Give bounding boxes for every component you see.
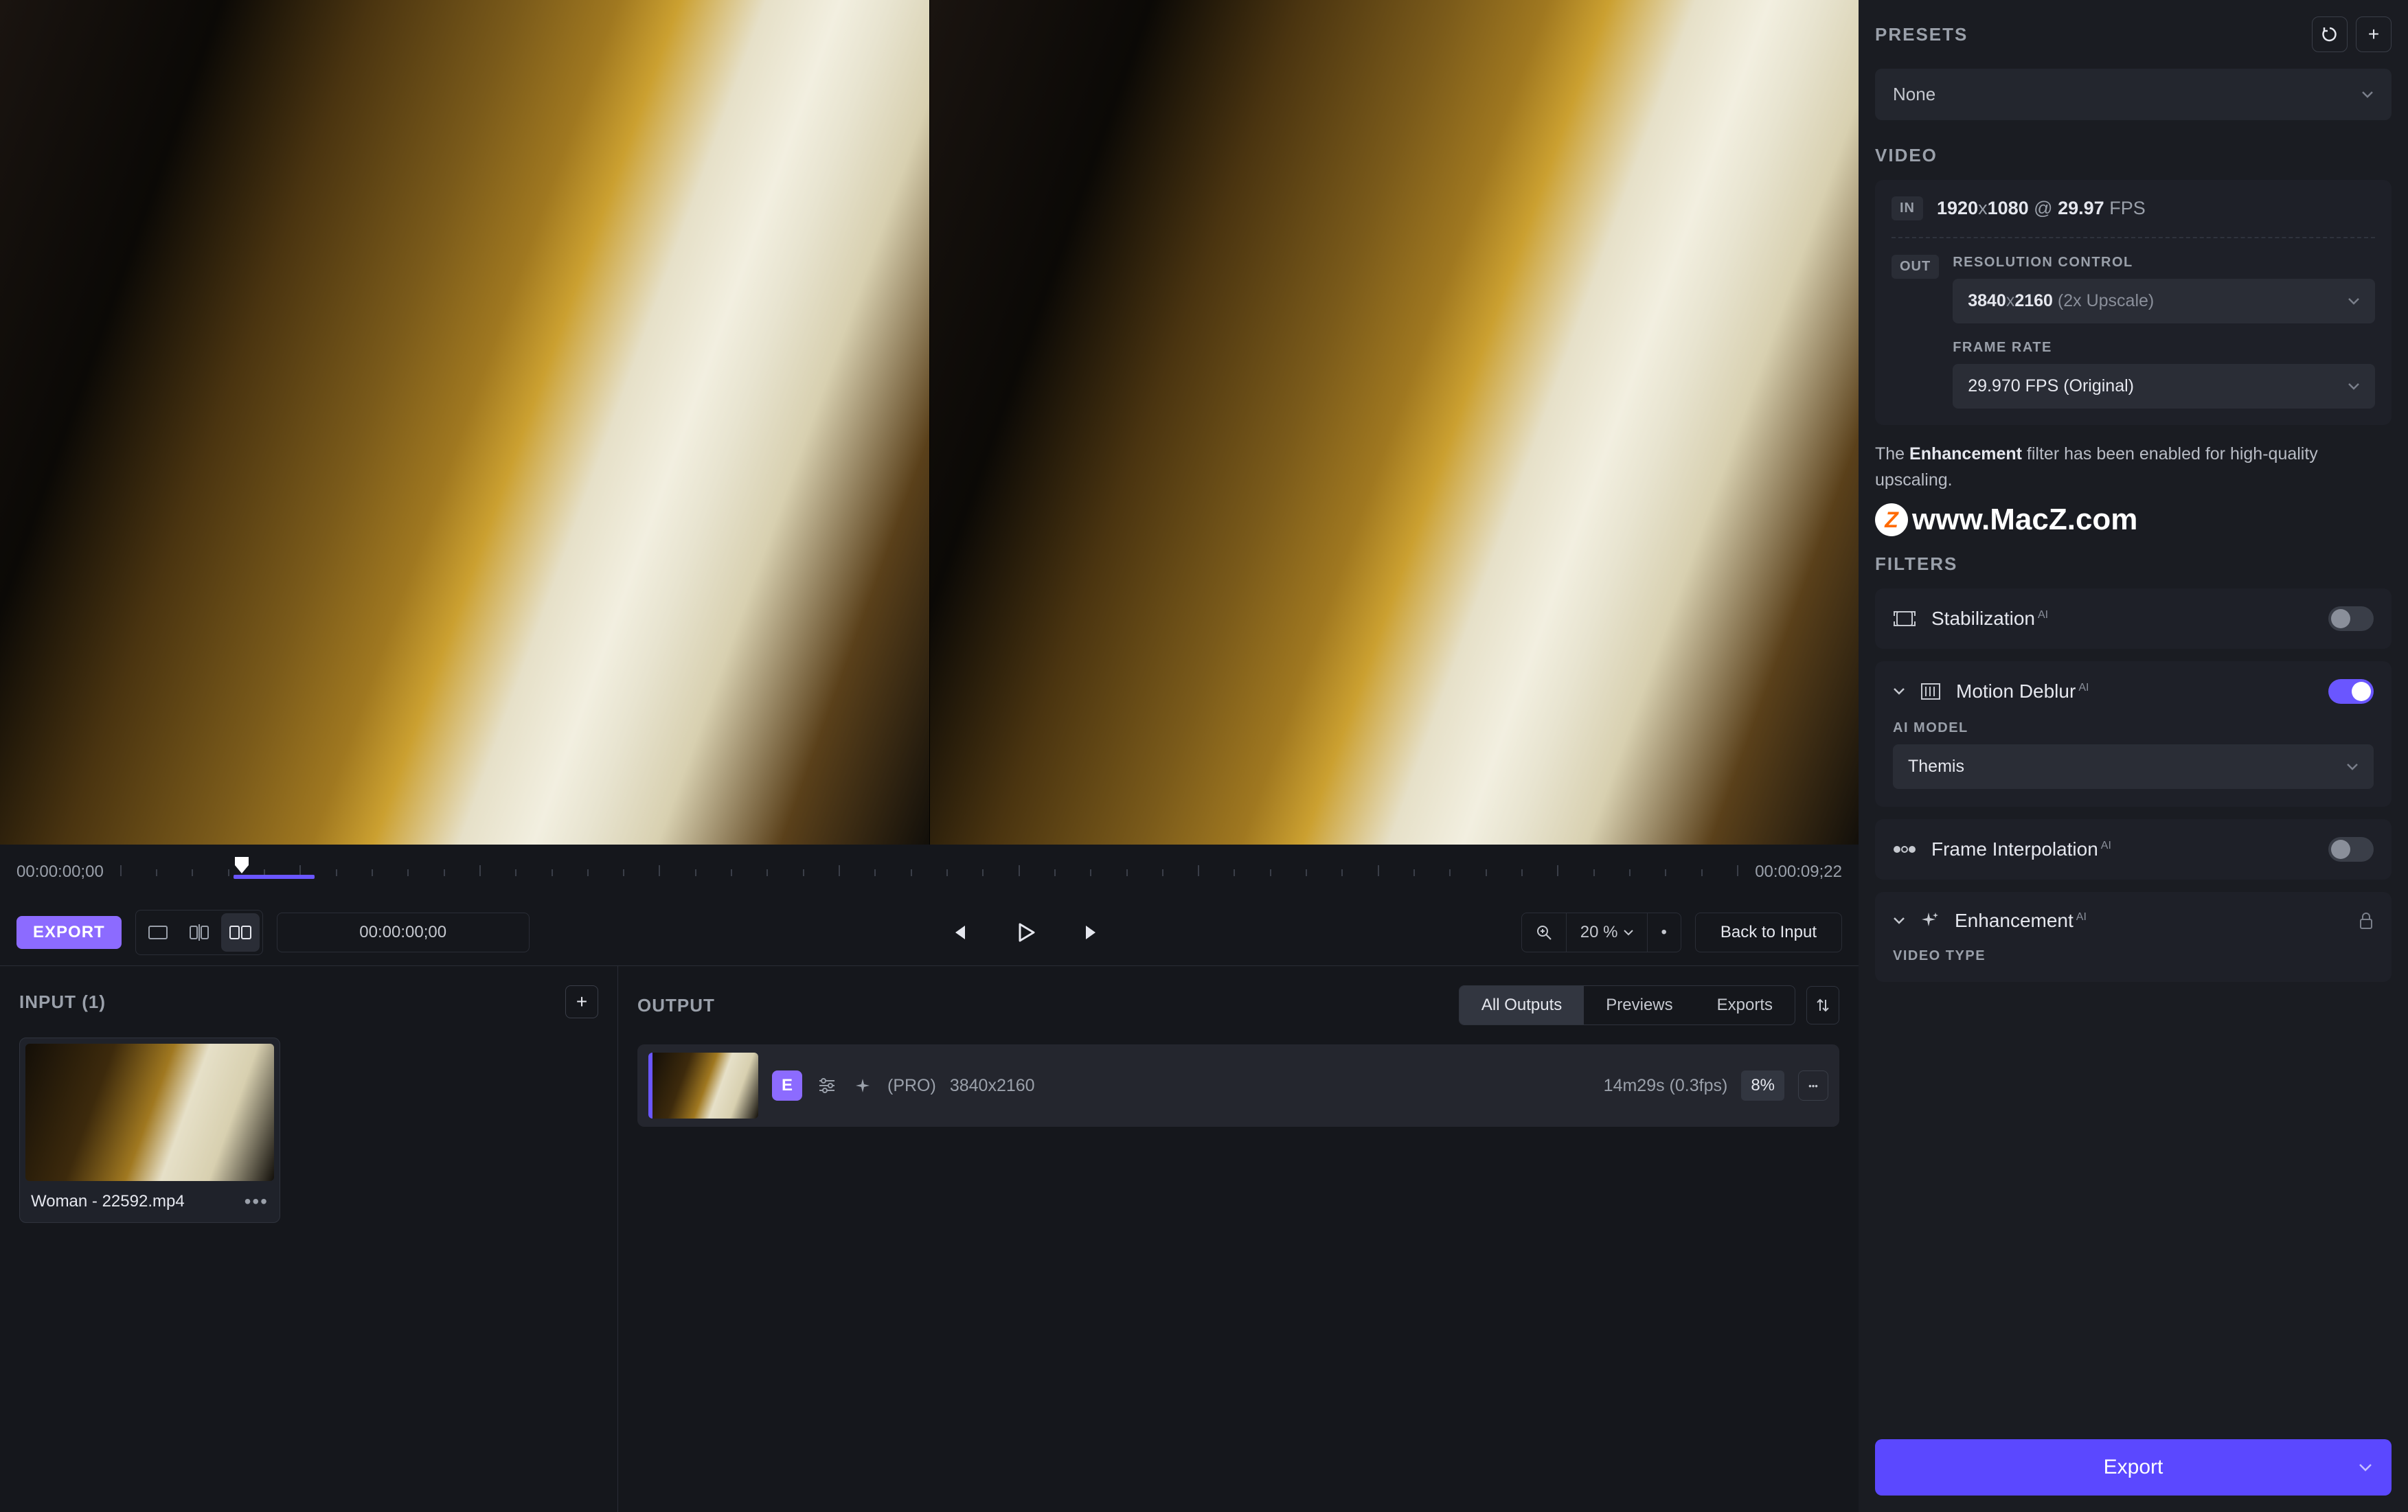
add-preset-button[interactable]: + [2356, 16, 2392, 52]
clip-thumbnail [25, 1044, 274, 1181]
add-input-button[interactable]: + [565, 985, 598, 1018]
sort-button[interactable] [1806, 986, 1839, 1024]
output-row[interactable]: E (PRO) 3840x2160 14m29s (0.3fps) 8% ••• [637, 1044, 1839, 1127]
ai-model-label: AI MODEL [1893, 720, 2374, 736]
enhancement-info: The Enhancement filter has been enabled … [1875, 442, 2392, 493]
enhancement-label: EnhancementAI [1955, 910, 2087, 932]
output-row-menu[interactable]: ••• [1798, 1070, 1828, 1101]
filter-enhancement: EnhancementAI VIDEO TYPE [1875, 892, 2392, 982]
chevron-down-icon [2346, 763, 2359, 771]
input-clip[interactable]: Woman - 22592.mp4 ••• [19, 1038, 280, 1223]
filter-frame-interpolation: Frame InterpolationAI [1875, 819, 2392, 880]
output-progress: 8% [1741, 1070, 1784, 1101]
timeline-start: 00:00:00;00 [16, 862, 104, 882]
stabilization-icon [1893, 609, 1916, 628]
frame-interpolation-label: Frame InterpolationAI [1931, 838, 2111, 860]
sparkle-icon [852, 1075, 874, 1097]
stabilization-label: StabilizationAI [1931, 608, 2048, 630]
output-panel-title: OUTPUT [637, 995, 715, 1016]
preview-area [0, 0, 1859, 845]
clip-menu-button[interactable]: ••• [245, 1191, 269, 1213]
playhead[interactable] [234, 856, 250, 875]
filter-icon [816, 1075, 838, 1097]
lock-icon [2359, 912, 2374, 930]
output-eta: 14m29s (0.3fps) [1604, 1076, 1728, 1096]
watermark: Z www.MacZ.com [1875, 503, 2392, 537]
view-split-icon[interactable] [180, 913, 218, 952]
view-single-icon[interactable] [139, 913, 177, 952]
view-sidebyside-icon[interactable] [221, 913, 260, 952]
presets-title: PRESETS [1875, 24, 1968, 45]
video-settings: IN 1920x1080 @ 29.97 FPS OUT RESOLUTION … [1875, 180, 2392, 425]
zoom-control: 20 % • [1521, 913, 1681, 952]
watermark-badge-icon: Z [1875, 503, 1908, 536]
timeline[interactable]: 00:00:00;00 00 [0, 845, 1859, 900]
motion-deblur-label: Motion DeblurAI [1956, 680, 2089, 702]
chevron-down-icon [2348, 382, 2360, 391]
timeline-end: 00:00:09;22 [1755, 862, 1842, 882]
next-frame-button[interactable] [1076, 916, 1109, 949]
chevron-down-icon[interactable] [1893, 687, 1905, 696]
export-pill-button[interactable]: EXPORT [16, 916, 122, 949]
preset-dropdown[interactable]: None [1875, 69, 2392, 120]
output-panel: OUTPUT All Outputs Previews Exports [618, 966, 1859, 1512]
frame-interpolation-toggle[interactable] [2328, 837, 2374, 862]
video-title: VIDEO [1875, 145, 2392, 166]
reset-preset-button[interactable] [2312, 16, 2348, 52]
filter-stabilization: StabilizationAI [1875, 588, 2392, 649]
preview-before [0, 0, 929, 845]
play-button[interactable] [1009, 916, 1042, 949]
motion-deblur-toggle[interactable] [2328, 679, 2374, 704]
frame-rate-label: FRAME RATE [1953, 340, 2375, 356]
output-tabs: All Outputs Previews Exports [1459, 985, 1795, 1025]
back-to-input-button[interactable]: Back to Input [1695, 913, 1842, 952]
filters-title: FILTERS [1875, 553, 2392, 575]
out-badge: OUT [1892, 255, 1939, 279]
tab-previews[interactable]: Previews [1584, 986, 1694, 1024]
zoom-reset[interactable]: • [1647, 913, 1681, 952]
resolution-control-label: RESOLUTION CONTROL [1953, 255, 2375, 271]
timeline-track[interactable] [120, 868, 1738, 876]
export-button[interactable]: Export [1875, 1439, 2392, 1496]
zoom-value[interactable]: 20 % [1566, 913, 1647, 952]
input-resolution: 1920x1080 @ 29.97 FPS [1937, 198, 2146, 219]
transport-bar: EXPORT [0, 900, 1859, 965]
ai-model-dropdown[interactable]: Themis [1893, 744, 2374, 789]
deblur-icon [1920, 683, 1941, 700]
timeline-selection[interactable] [234, 875, 315, 879]
prev-frame-button[interactable] [942, 916, 975, 949]
input-panel-title: INPUT (1) [19, 992, 106, 1013]
zoom-icon[interactable] [1522, 915, 1566, 950]
preview-after [929, 0, 1859, 845]
output-pro-label: (PRO) [887, 1076, 936, 1096]
resolution-dropdown[interactable]: 3840x2160 (2x Upscale) [1953, 279, 2375, 323]
sparkle-icon [1920, 911, 1940, 930]
clip-name: Woman - 22592.mp4 [31, 1192, 185, 1211]
video-type-label: VIDEO TYPE [1893, 948, 2374, 964]
input-panel: INPUT (1) + Woman - 22592.mp4 ••• [0, 966, 618, 1512]
chevron-down-icon [2361, 91, 2374, 99]
tab-exports[interactable]: Exports [1695, 986, 1795, 1024]
framerate-dropdown[interactable]: 29.970 FPS (Original) [1953, 364, 2375, 409]
chevron-down-icon[interactable] [1893, 917, 1905, 925]
tab-all-outputs[interactable]: All Outputs [1459, 986, 1584, 1024]
chevron-down-icon [2348, 297, 2360, 306]
output-resolution: 3840x2160 [950, 1076, 1035, 1096]
settings-sidebar: PRESETS + None VIDEO IN 1920x1080 @ 29.9… [1859, 0, 2408, 1512]
compare-mode-group [135, 910, 263, 955]
timecode-input[interactable] [277, 913, 530, 952]
filter-motion-deblur: Motion DeblurAI AI MODEL Themis [1875, 661, 2392, 807]
output-thumbnail [648, 1053, 758, 1119]
export-badge: E [772, 1070, 802, 1101]
stabilization-toggle[interactable] [2328, 606, 2374, 631]
chevron-down-icon [2359, 1463, 2372, 1472]
interpolation-icon [1893, 843, 1916, 856]
in-badge: IN [1892, 196, 1923, 220]
